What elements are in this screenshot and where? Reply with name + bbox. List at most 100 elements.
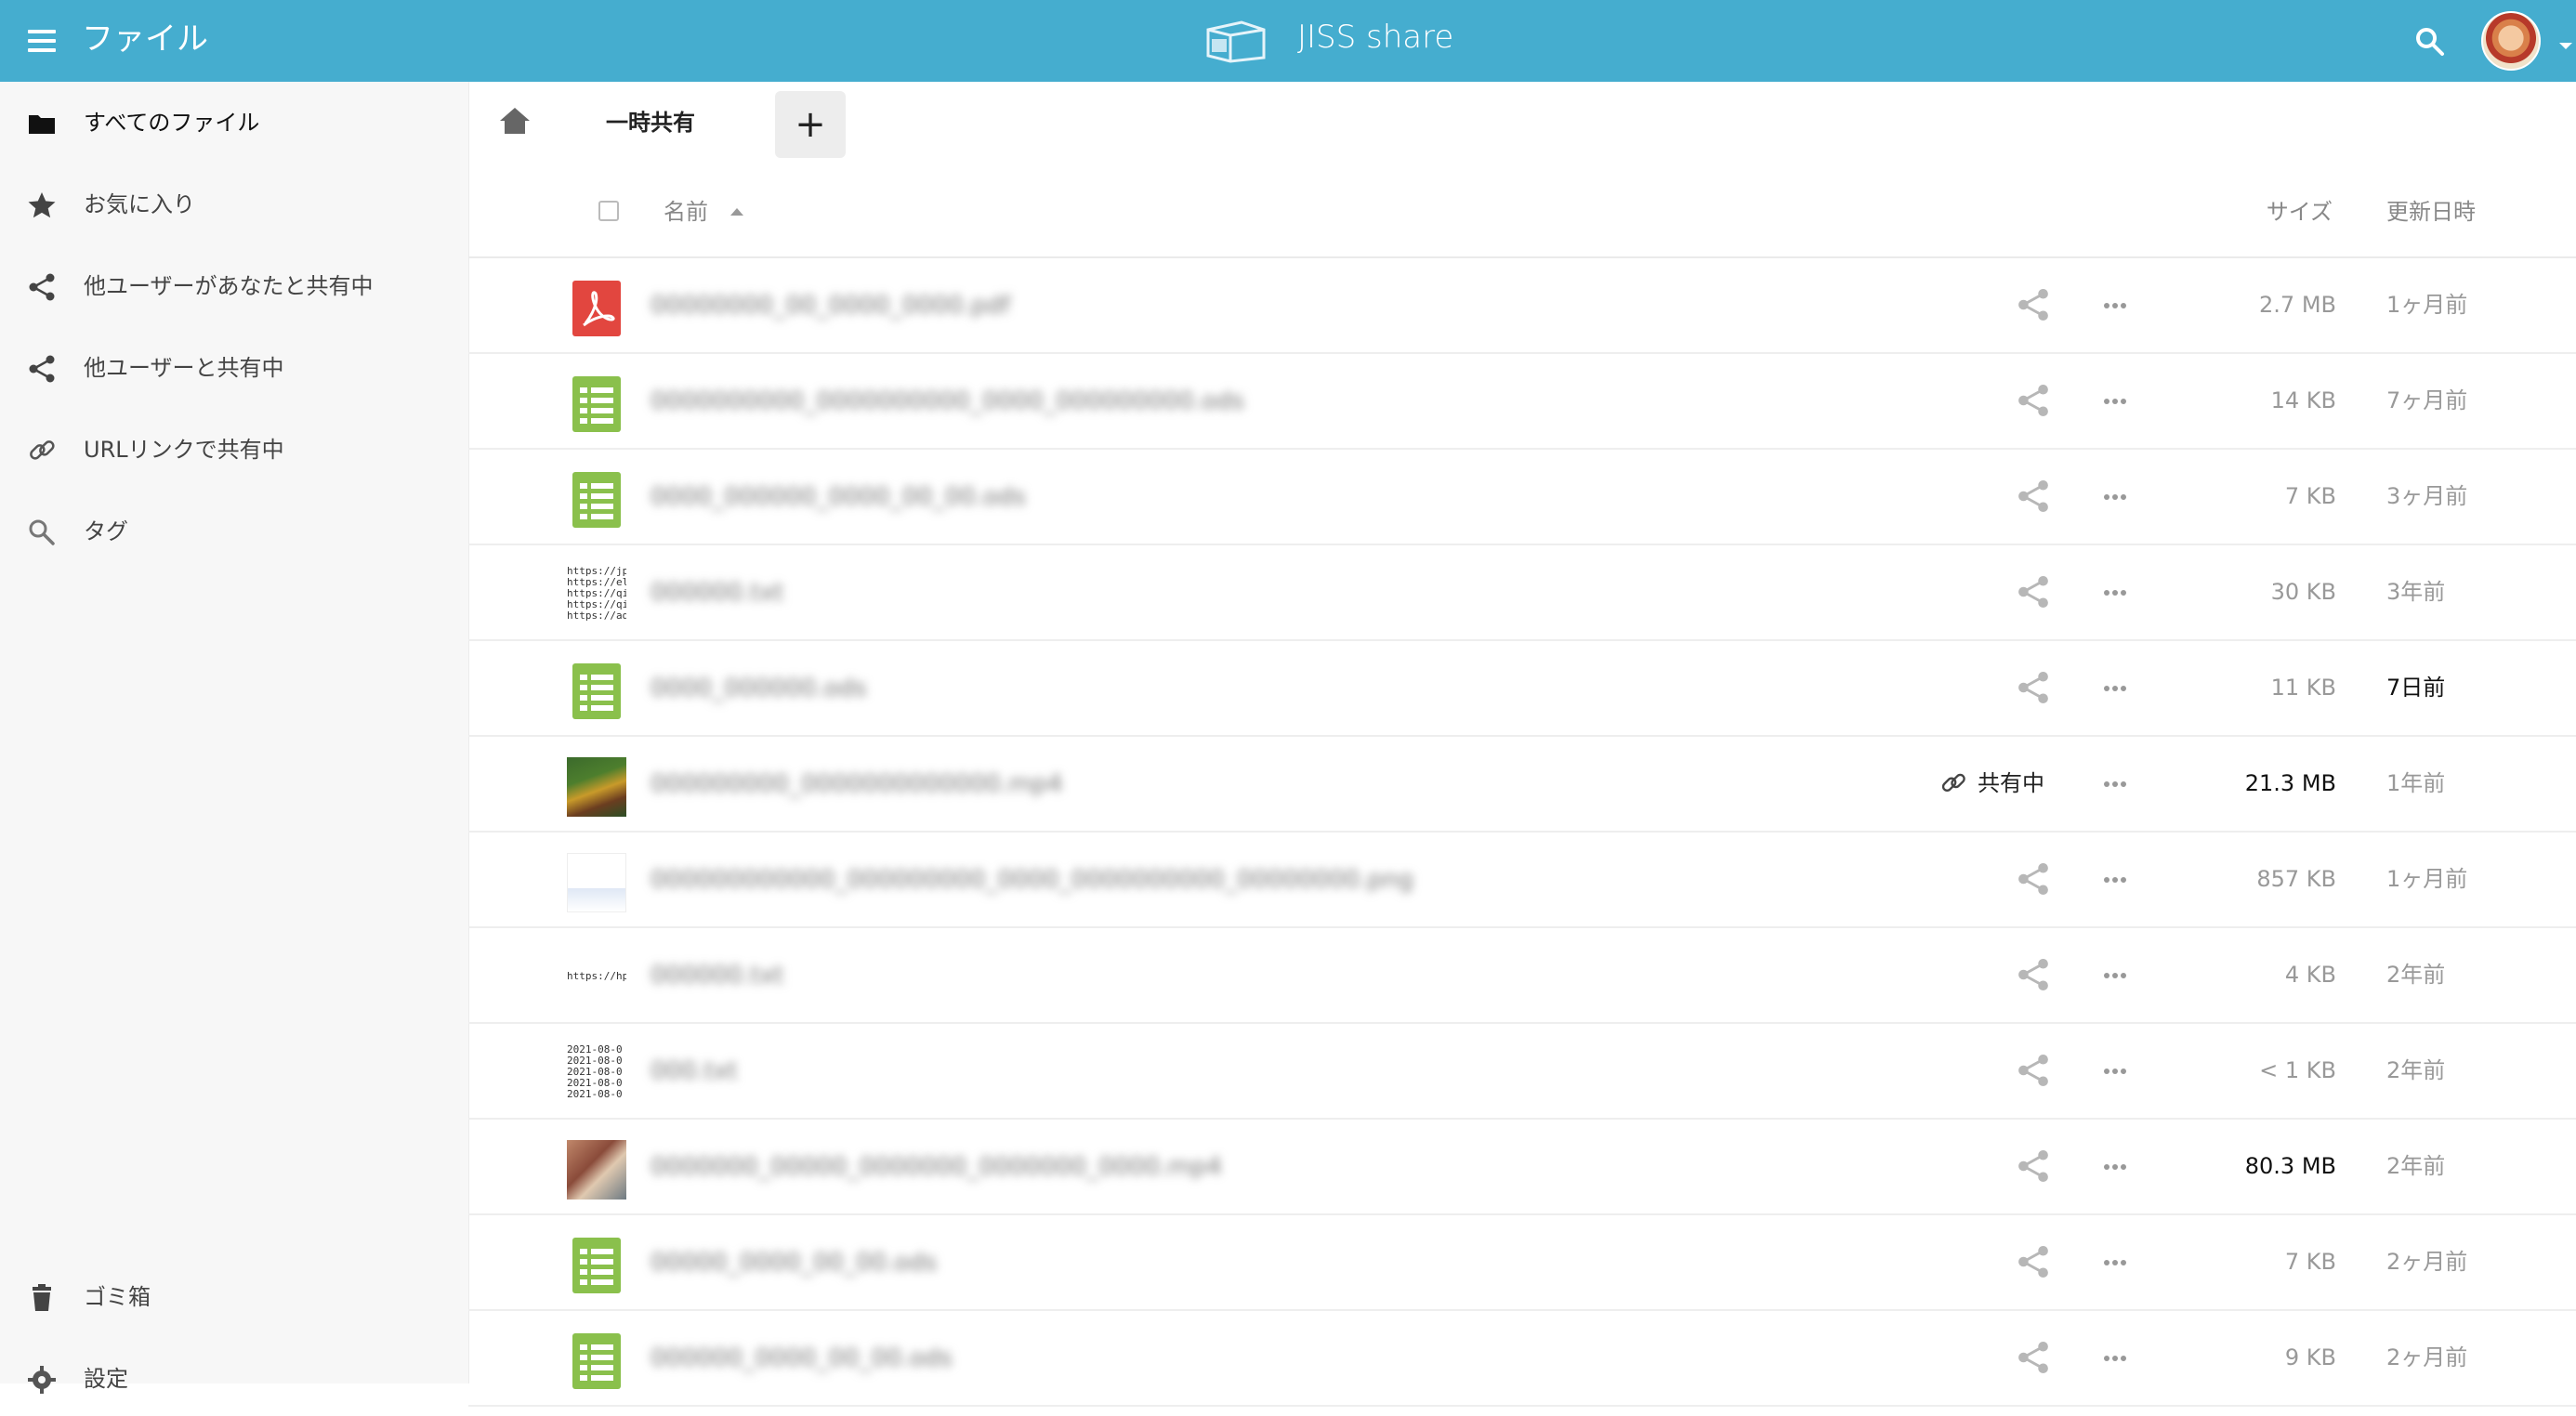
file-name[interactable]: 0000000_00000_0000000_0000000_0000.mp4	[651, 1144, 1580, 1190]
column-header-size[interactable]: サイズ	[2230, 193, 2333, 230]
file-name[interactable]: 00000000_00_0000_0000.pdf	[651, 282, 1580, 329]
share-icon[interactable]	[2015, 1147, 2052, 1185]
file-modified: 2年前	[2386, 1057, 2446, 1083]
file-name[interactable]: 000000_0000_00_00.ods	[651, 1335, 1580, 1382]
more-actions-icon[interactable]	[2096, 1147, 2134, 1185]
file-modified: 1ヶ月前	[2386, 292, 2468, 318]
home-icon[interactable]	[496, 104, 533, 138]
add-button[interactable]: +	[775, 91, 846, 158]
sidebar-item-label: 他ユーザーと共有中	[84, 355, 284, 381]
more-actions-icon[interactable]	[2096, 382, 2134, 419]
share-icon[interactable]	[2015, 478, 2052, 515]
share-icon[interactable]	[2015, 956, 2052, 993]
share-icon[interactable]	[2015, 1339, 2052, 1376]
breadcrumb[interactable]: 一時共有	[606, 104, 695, 141]
shared-label: 共有中	[1978, 770, 2044, 796]
file-modified: 2ヶ月前	[2386, 1249, 2468, 1275]
more-actions-icon[interactable]	[2096, 1052, 2134, 1089]
sidebar-item-label: タグ	[84, 518, 128, 544]
file-row[interactable]: https://hp: 000000.txt 4 KB 2年前	[468, 928, 2576, 1024]
file-modified: 3ヶ月前	[2386, 483, 2468, 509]
sidebar-item-label: ゴミ箱	[84, 1284, 151, 1310]
column-header-modified[interactable]: 更新日時	[2386, 193, 2476, 230]
more-actions-icon[interactable]	[2096, 573, 2134, 610]
share-icon[interactable]	[2015, 1052, 2052, 1089]
spreadsheet-icon	[567, 470, 626, 530]
file-name[interactable]: 000000.txt	[651, 952, 1580, 999]
spreadsheet-icon	[567, 1236, 626, 1295]
file-row[interactable]: https://jp.t https://ela https://qiit ht…	[468, 545, 2576, 641]
share-icon[interactable]	[2015, 860, 2052, 898]
text-file-thumbnail: https://hp:	[567, 949, 626, 1008]
file-name[interactable]: 0000000000_0000000000_0000_000000000.ods	[651, 378, 1580, 425]
share-icon[interactable]	[2015, 1243, 2052, 1280]
share-icon[interactable]	[2015, 382, 2052, 419]
more-actions-icon[interactable]	[2096, 286, 2134, 323]
folder-icon	[29, 115, 55, 134]
column-header-name[interactable]: 名前	[664, 193, 708, 230]
sidebar-item-favorites[interactable]: お気に入り	[0, 167, 468, 242]
sidebar: すべてのファイル お気に入り 他ユーザーがあなたと共有中 他ユーザーと共有中 U…	[0, 82, 469, 1394]
sidebar-item-shared-with-others[interactable]: 他ユーザーと共有中	[0, 331, 468, 405]
sort-ascending-icon	[730, 208, 743, 216]
chevron-down-icon[interactable]	[2559, 43, 2572, 49]
more-actions-icon[interactable]	[2096, 956, 2134, 993]
file-name[interactable]: 000000000_0000000000000.mp4	[651, 761, 1580, 807]
share-icon	[29, 273, 55, 301]
file-row[interactable]: 2021-08-0 2021-08-0 2021-08-0 2021-08-0 …	[468, 1024, 2576, 1120]
file-name[interactable]: 000000.txt	[651, 570, 1580, 616]
file-row[interactable]: 00000_0000_00_00.ods 7 KB 2ヶ月前	[468, 1215, 2576, 1311]
search-icon	[29, 519, 55, 545]
share-icon[interactable]	[2015, 669, 2052, 706]
share-icon[interactable]	[2015, 286, 2052, 323]
link-icon	[1941, 773, 1965, 793]
more-actions-icon[interactable]	[2096, 478, 2134, 515]
sidebar-item-trash[interactable]: ゴミ箱	[0, 1260, 468, 1334]
sidebar-item-all-files[interactable]: すべてのファイル	[0, 85, 468, 160]
star-icon	[28, 192, 56, 218]
more-actions-icon[interactable]	[2096, 1243, 2134, 1280]
file-row[interactable]: 0000_000000.ods 11 KB 7日前	[468, 641, 2576, 737]
search-icon[interactable]	[2414, 26, 2446, 58]
more-actions-icon[interactable]	[2096, 669, 2134, 706]
file-row[interactable]: 000000000000_000000000_0000_0000000000_0…	[468, 833, 2576, 928]
brand-logo	[1206, 20, 1266, 63]
share-icon[interactable]	[2015, 573, 2052, 610]
sidebar-item-shared-by-link[interactable]: URLリンクで共有中	[0, 413, 468, 487]
select-all-checkbox[interactable]	[598, 201, 619, 221]
file-row[interactable]: 00000000_00_0000_0000.pdf 2.7 MB 1ヶ月前	[468, 258, 2576, 354]
file-modified: 1年前	[2386, 770, 2446, 796]
file-size: 9 KB	[2284, 1344, 2336, 1370]
file-size: 21.3 MB	[2244, 770, 2336, 796]
file-row[interactable]: 000000000_0000000000000.mp4 共有中 21.3 MB 1年前	[468, 737, 2576, 833]
file-modified: 7ヶ月前	[2386, 387, 2468, 413]
file-size: 14 KB	[2270, 387, 2336, 413]
file-name[interactable]: 000000000000_000000000_0000_0000000000_0…	[651, 857, 1580, 903]
more-actions-icon[interactable]	[2096, 1339, 2134, 1376]
file-size: 857 KB	[2256, 866, 2336, 892]
sidebar-item-tags[interactable]: タグ	[0, 494, 468, 569]
file-name[interactable]: 000.txt	[651, 1048, 1580, 1095]
sidebar-item-shared-with-you[interactable]: 他ユーザーがあなたと共有中	[0, 249, 468, 323]
file-modified: 1ヶ月前	[2386, 866, 2468, 892]
spreadsheet-icon	[567, 1331, 626, 1391]
file-size: 30 KB	[2270, 579, 2336, 605]
file-size: 7 KB	[2284, 483, 2336, 509]
text-file-thumbnail: https://jp.t https://ela https://qiit ht…	[567, 566, 626, 625]
file-row[interactable]: 000000_0000_00_00.ods 9 KB 2ヶ月前	[468, 1311, 2576, 1407]
spreadsheet-icon	[567, 374, 626, 434]
file-name[interactable]: 0000_000000.ods	[651, 665, 1580, 712]
avatar[interactable]	[2481, 11, 2541, 71]
sidebar-item-label: お気に入り	[84, 191, 195, 217]
file-name[interactable]: 00000_0000_00_00.ods	[651, 1239, 1580, 1286]
app-title[interactable]: ファイル	[82, 19, 208, 59]
file-row[interactable]: 0000000_00000_0000000_0000000_0000.mp4 80…	[468, 1120, 2576, 1215]
gear-icon	[28, 1366, 56, 1394]
more-actions-icon[interactable]	[2096, 860, 2134, 898]
more-actions-icon[interactable]	[2096, 765, 2134, 802]
menu-icon[interactable]	[28, 30, 56, 52]
file-row[interactable]: 0000000000_0000000000_0000_000000000.ods…	[468, 354, 2576, 450]
file-name[interactable]: 0000_000000_0000_00_00.ods	[651, 474, 1580, 520]
file-row[interactable]: 0000_000000_0000_00_00.ods 7 KB 3ヶ月前	[468, 450, 2576, 545]
sidebar-item-settings[interactable]: 設定	[0, 1342, 468, 1416]
